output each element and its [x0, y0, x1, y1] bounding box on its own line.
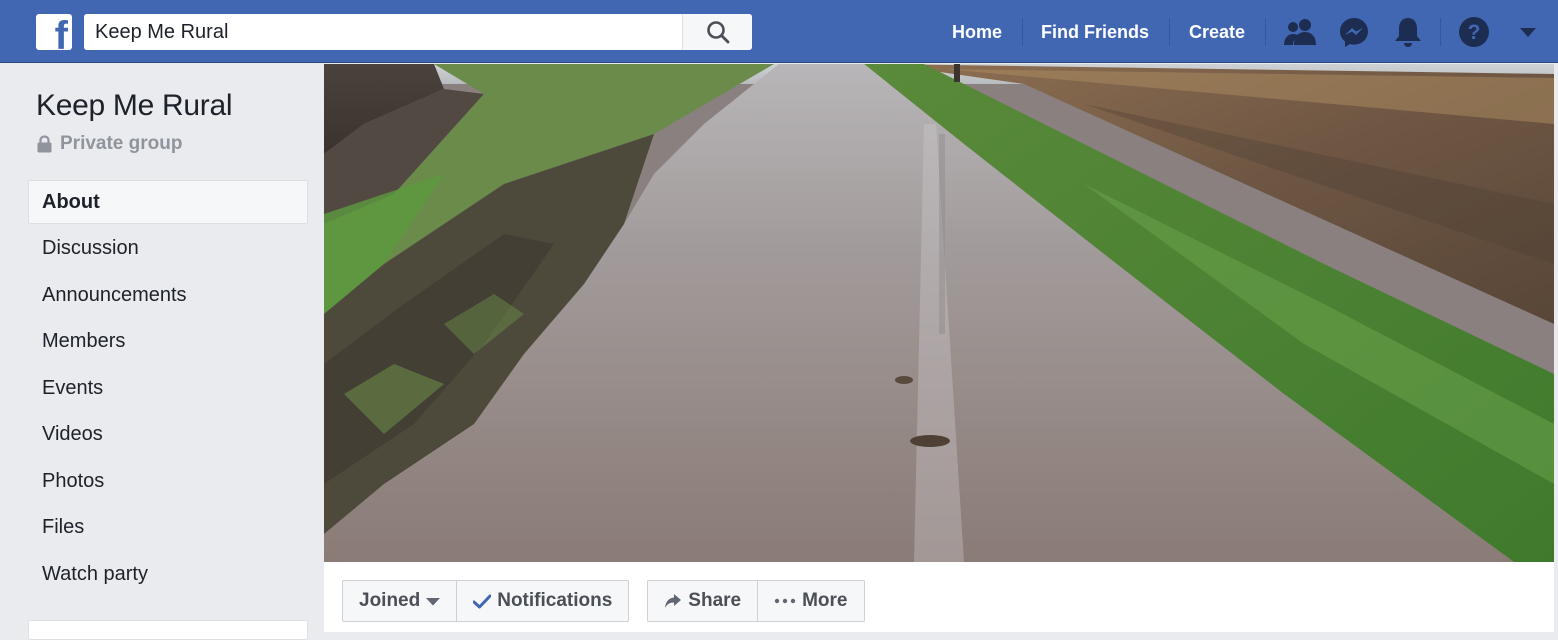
nav-create-link[interactable]: Create: [1189, 18, 1245, 46]
cover-photo-image: [324, 64, 1554, 562]
sidebar-item-about[interactable]: About: [28, 180, 308, 224]
top-navigation-bar: f Home Find Friends Create: [0, 0, 1558, 63]
share-label: Share: [688, 590, 742, 611]
search-box: [84, 14, 752, 50]
sidebar-search-box[interactable]: [28, 620, 308, 640]
group-privacy: Private group: [37, 133, 182, 155]
sidebar-item-discussion[interactable]: Discussion: [28, 227, 308, 271]
group-sidebar: Keep Me Rural Private group About Discus…: [0, 64, 324, 640]
notifications-label: Notifications: [497, 590, 613, 611]
cover-photo[interactable]: [324, 64, 1554, 562]
checkmark-icon: [473, 594, 492, 608]
share-icon: [665, 594, 682, 608]
privacy-label: Private group: [60, 133, 183, 154]
sidebar-item-videos[interactable]: Videos: [28, 413, 308, 457]
share-button[interactable]: Share: [647, 580, 759, 622]
search-icon: [706, 21, 729, 44]
group-action-bar: Joined Notifications Share More: [342, 580, 865, 622]
group-navigation: About Discussion Announcements Members E…: [28, 180, 308, 599]
lock-icon: [37, 135, 52, 153]
group-main-content: Joined Notifications Share More: [324, 64, 1554, 632]
nav-find-friends-link[interactable]: Find Friends: [1041, 18, 1149, 46]
share-more-button-group: Share More: [647, 580, 865, 622]
nav-divider: [1022, 18, 1023, 46]
sidebar-item-announcements[interactable]: Announcements: [28, 273, 308, 317]
search-input[interactable]: [84, 14, 682, 50]
facebook-logo[interactable]: f: [36, 14, 72, 50]
nav-divider: [1169, 18, 1170, 46]
more-button[interactable]: More: [758, 580, 865, 622]
sidebar-item-events[interactable]: Events: [28, 366, 308, 410]
group-title[interactable]: Keep Me Rural: [36, 89, 233, 123]
joined-button[interactable]: Joined: [342, 580, 458, 622]
svg-text:?: ?: [1468, 21, 1481, 44]
sidebar-item-photos[interactable]: Photos: [28, 459, 308, 503]
caret-down-icon: [426, 597, 441, 605]
bell-icon[interactable]: [1390, 14, 1426, 50]
notifications-button[interactable]: Notifications: [457, 580, 630, 622]
nav-divider: [1440, 18, 1441, 46]
help-icon[interactable]: ?: [1456, 14, 1492, 50]
friends-icon[interactable]: [1282, 14, 1318, 50]
sidebar-item-files[interactable]: Files: [28, 506, 308, 550]
caret-down-icon[interactable]: [1510, 14, 1546, 50]
sidebar-item-watch-party[interactable]: Watch party: [28, 552, 308, 596]
joined-label: Joined: [359, 590, 421, 611]
nav-home-link[interactable]: Home: [952, 18, 1002, 46]
sidebar-item-members[interactable]: Members: [28, 320, 308, 364]
messenger-icon[interactable]: [1336, 14, 1372, 50]
nav-divider: [1265, 18, 1266, 46]
more-label: More: [802, 590, 848, 611]
membership-button-group: Joined Notifications: [342, 580, 630, 622]
search-button[interactable]: [682, 14, 752, 50]
more-dots-icon: [774, 598, 796, 604]
